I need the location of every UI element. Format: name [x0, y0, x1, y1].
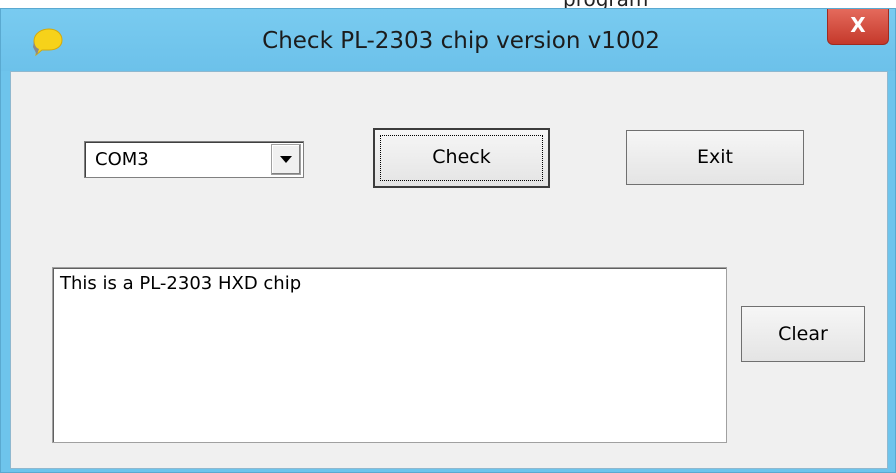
title-bar[interactable]: Check PL-2303 chip version v1002 X [1, 9, 895, 71]
port-select-dropdown-button[interactable] [271, 144, 301, 175]
output-textbox[interactable]: This is a PL-2303 HXD chip [52, 267, 727, 443]
dropdown-arrow-icon [280, 156, 292, 163]
clear-button-label: Clear [778, 323, 828, 345]
exit-button[interactable]: Exit [626, 130, 804, 185]
exit-button-label: Exit [697, 146, 733, 168]
port-select-value: COM3 [95, 149, 149, 170]
port-select[interactable]: COM3 [84, 141, 304, 178]
check-button[interactable]: Check [373, 128, 550, 188]
output-text: This is a PL-2303 HXD chip [60, 273, 302, 294]
background-strip: program [0, 0, 896, 11]
window-title: Check PL-2303 chip version v1002 [262, 28, 660, 54]
clear-button[interactable]: Clear [741, 306, 865, 362]
close-icon: X [850, 13, 866, 37]
close-button[interactable]: X [827, 9, 889, 45]
client-area: COM3 Check Exit This is a PL-2303 HXD ch… [10, 71, 888, 469]
check-button-label: Check [432, 146, 491, 168]
dialog-window: Check PL-2303 chip version v1002 X COM3 … [0, 8, 896, 473]
